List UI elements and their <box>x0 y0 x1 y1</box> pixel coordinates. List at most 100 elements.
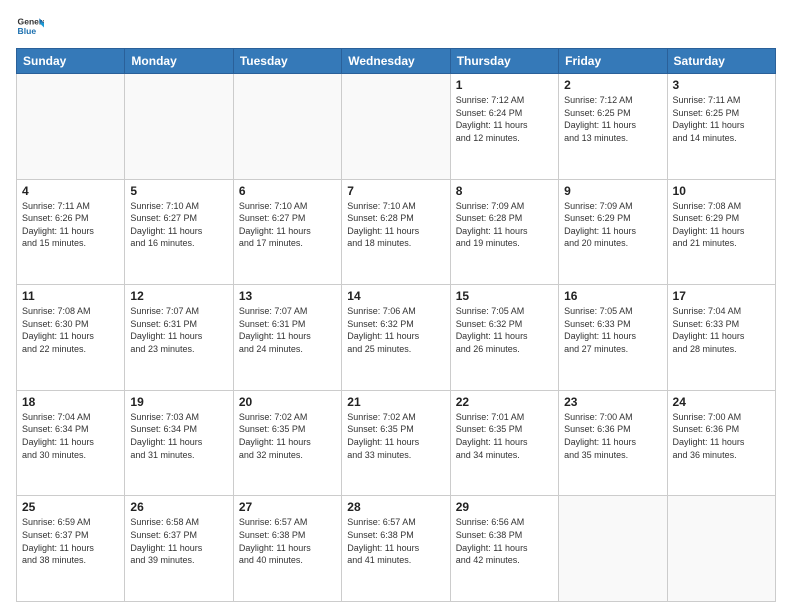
calendar-cell: 15Sunrise: 7:05 AMSunset: 6:32 PMDayligh… <box>450 285 558 391</box>
day-number: 2 <box>564 78 661 92</box>
day-info: Sunrise: 7:08 AMSunset: 6:29 PMDaylight:… <box>673 200 770 250</box>
day-info: Sunrise: 7:05 AMSunset: 6:32 PMDaylight:… <box>456 305 553 355</box>
calendar-cell: 18Sunrise: 7:04 AMSunset: 6:34 PMDayligh… <box>17 390 125 496</box>
day-number: 7 <box>347 184 444 198</box>
day-of-week-header: SundayMondayTuesdayWednesdayThursdayFrid… <box>17 49 776 74</box>
calendar-cell: 27 Sunrise: 6:57 AMSunset: 6:38 PMDayligh… <box>233 496 341 602</box>
day-number: 4 <box>22 184 119 198</box>
week-row-0: 1 Sunrise: 7:12 AMSunset: 6:24 PMDaylight… <box>17 74 776 180</box>
week-row-2: 11 Sunrise: 7:08 AMSunset: 6:30 PMDayligh… <box>17 285 776 391</box>
day-number: 10 <box>673 184 770 198</box>
calendar-table: SundayMondayTuesdayWednesdayThursdayFrid… <box>16 48 776 602</box>
calendar-cell: 10 Sunrise: 7:08 AMSunset: 6:29 PMDayligh… <box>667 179 775 285</box>
calendar-cell: 16Sunrise: 7:05 AMSunset: 6:33 PMDayligh… <box>559 285 667 391</box>
calendar-cell: 11 Sunrise: 7:08 AMSunset: 6:30 PMDayligh… <box>17 285 125 391</box>
calendar-cell <box>342 74 450 180</box>
day-info: Sunrise: 7:07 AMSunset: 6:31 PMDaylight:… <box>239 305 336 355</box>
calendar-cell: 22 Sunrise: 7:01 AMSunset: 6:35 PMDayligh… <box>450 390 558 496</box>
dow-thursday: Thursday <box>450 49 558 74</box>
dow-tuesday: Tuesday <box>233 49 341 74</box>
day-info: Sunrise: 7:08 AMSunset: 6:30 PMDaylight:… <box>22 305 119 355</box>
calendar-cell: 13 Sunrise: 7:07 AMSunset: 6:31 PMDayligh… <box>233 285 341 391</box>
day-number: 8 <box>456 184 553 198</box>
calendar-cell <box>17 74 125 180</box>
calendar-cell: 4 Sunrise: 7:11 AMSunset: 6:26 PMDaylight… <box>17 179 125 285</box>
day-info: Sunrise: 6:56 AMSunset: 6:38 PMDaylight:… <box>456 516 553 566</box>
day-info: Sunrise: 7:00 AMSunset: 6:36 PMDaylight:… <box>564 411 661 461</box>
day-info: Sunrise: 7:10 AMSunset: 6:27 PMDaylight:… <box>239 200 336 250</box>
day-info: Sunrise: 6:57 AMSunset: 6:38 PMDaylight:… <box>239 516 336 566</box>
dow-saturday: Saturday <box>667 49 775 74</box>
calendar-cell <box>667 496 775 602</box>
calendar-cell: 17 Sunrise: 7:04 AMSunset: 6:33 PMDayligh… <box>667 285 775 391</box>
week-row-3: 18Sunrise: 7:04 AMSunset: 6:34 PMDayligh… <box>17 390 776 496</box>
calendar-cell: 6 Sunrise: 7:10 AMSunset: 6:27 PMDaylight… <box>233 179 341 285</box>
calendar-cell: 2 Sunrise: 7:12 AMSunset: 6:25 PMDaylight… <box>559 74 667 180</box>
calendar-cell: 29 Sunrise: 6:56 AMSunset: 6:38 PMDayligh… <box>450 496 558 602</box>
day-info: Sunrise: 7:11 AMSunset: 6:25 PMDaylight:… <box>673 94 770 144</box>
day-info: Sunrise: 7:09 AMSunset: 6:28 PMDaylight:… <box>456 200 553 250</box>
calendar-cell: 8 Sunrise: 7:09 AMSunset: 6:28 PMDaylight… <box>450 179 558 285</box>
calendar-cell: 26 Sunrise: 6:58 AMSunset: 6:37 PMDayligh… <box>125 496 233 602</box>
day-info: Sunrise: 7:02 AMSunset: 6:35 PMDaylight:… <box>239 411 336 461</box>
day-number: 28 <box>347 500 444 514</box>
day-info: Sunrise: 7:06 AMSunset: 6:32 PMDaylight:… <box>347 305 444 355</box>
calendar-cell: 28Sunrise: 6:57 AMSunset: 6:38 PMDayligh… <box>342 496 450 602</box>
week-row-4: 25 Sunrise: 6:59 AMSunset: 6:37 PMDayligh… <box>17 496 776 602</box>
day-number: 1 <box>456 78 553 92</box>
day-number: 27 <box>239 500 336 514</box>
day-info: Sunrise: 7:00 AMSunset: 6:36 PMDaylight:… <box>673 411 770 461</box>
calendar-cell: 14 Sunrise: 7:06 AMSunset: 6:32 PMDayligh… <box>342 285 450 391</box>
day-number: 20 <box>239 395 336 409</box>
calendar-cell: 20 Sunrise: 7:02 AMSunset: 6:35 PMDayligh… <box>233 390 341 496</box>
day-number: 6 <box>239 184 336 198</box>
dow-wednesday: Wednesday <box>342 49 450 74</box>
day-info: Sunrise: 7:02 AMSunset: 6:35 PMDaylight:… <box>347 411 444 461</box>
day-number: 19 <box>130 395 227 409</box>
day-number: 9 <box>564 184 661 198</box>
day-info: Sunrise: 7:01 AMSunset: 6:35 PMDaylight:… <box>456 411 553 461</box>
day-number: 14 <box>347 289 444 303</box>
day-number: 18 <box>22 395 119 409</box>
dow-monday: Monday <box>125 49 233 74</box>
calendar-body: 1 Sunrise: 7:12 AMSunset: 6:24 PMDaylight… <box>17 74 776 602</box>
day-info: Sunrise: 7:12 AMSunset: 6:24 PMDaylight:… <box>456 94 553 144</box>
calendar-cell: 3 Sunrise: 7:11 AMSunset: 6:25 PMDaylight… <box>667 74 775 180</box>
calendar-cell: 7 Sunrise: 7:10 AMSunset: 6:28 PMDaylight… <box>342 179 450 285</box>
day-info: Sunrise: 7:09 AMSunset: 6:29 PMDaylight:… <box>564 200 661 250</box>
calendar-cell: 5 Sunrise: 7:10 AMSunset: 6:27 PMDaylight… <box>125 179 233 285</box>
day-number: 29 <box>456 500 553 514</box>
calendar-cell: 25 Sunrise: 6:59 AMSunset: 6:37 PMDayligh… <box>17 496 125 602</box>
calendar-cell <box>233 74 341 180</box>
day-number: 5 <box>130 184 227 198</box>
calendar-cell <box>559 496 667 602</box>
dow-friday: Friday <box>559 49 667 74</box>
calendar-cell: 21 Sunrise: 7:02 AMSunset: 6:35 PMDayligh… <box>342 390 450 496</box>
day-number: 11 <box>22 289 119 303</box>
day-info: Sunrise: 7:07 AMSunset: 6:31 PMDaylight:… <box>130 305 227 355</box>
dow-sunday: Sunday <box>17 49 125 74</box>
day-number: 22 <box>456 395 553 409</box>
day-number: 17 <box>673 289 770 303</box>
day-info: Sunrise: 7:05 AMSunset: 6:33 PMDaylight:… <box>564 305 661 355</box>
day-info: Sunrise: 7:10 AMSunset: 6:28 PMDaylight:… <box>347 200 444 250</box>
week-row-1: 4 Sunrise: 7:11 AMSunset: 6:26 PMDaylight… <box>17 179 776 285</box>
calendar-cell: 1 Sunrise: 7:12 AMSunset: 6:24 PMDaylight… <box>450 74 558 180</box>
day-number: 13 <box>239 289 336 303</box>
calendar-cell: 12Sunrise: 7:07 AMSunset: 6:31 PMDayligh… <box>125 285 233 391</box>
day-info: Sunrise: 7:04 AMSunset: 6:33 PMDaylight:… <box>673 305 770 355</box>
day-info: Sunrise: 6:58 AMSunset: 6:37 PMDaylight:… <box>130 516 227 566</box>
day-info: Sunrise: 6:59 AMSunset: 6:37 PMDaylight:… <box>22 516 119 566</box>
day-info: Sunrise: 7:12 AMSunset: 6:25 PMDaylight:… <box>564 94 661 144</box>
calendar-cell <box>125 74 233 180</box>
day-number: 25 <box>22 500 119 514</box>
day-number: 21 <box>347 395 444 409</box>
day-number: 26 <box>130 500 227 514</box>
calendar-cell: 24Sunrise: 7:00 AMSunset: 6:36 PMDayligh… <box>667 390 775 496</box>
day-number: 3 <box>673 78 770 92</box>
calendar-cell: 23Sunrise: 7:00 AMSunset: 6:36 PMDayligh… <box>559 390 667 496</box>
logo: General Blue <box>16 12 44 40</box>
day-info: Sunrise: 7:11 AMSunset: 6:26 PMDaylight:… <box>22 200 119 250</box>
day-info: Sunrise: 7:10 AMSunset: 6:27 PMDaylight:… <box>130 200 227 250</box>
svg-text:Blue: Blue <box>18 26 37 36</box>
